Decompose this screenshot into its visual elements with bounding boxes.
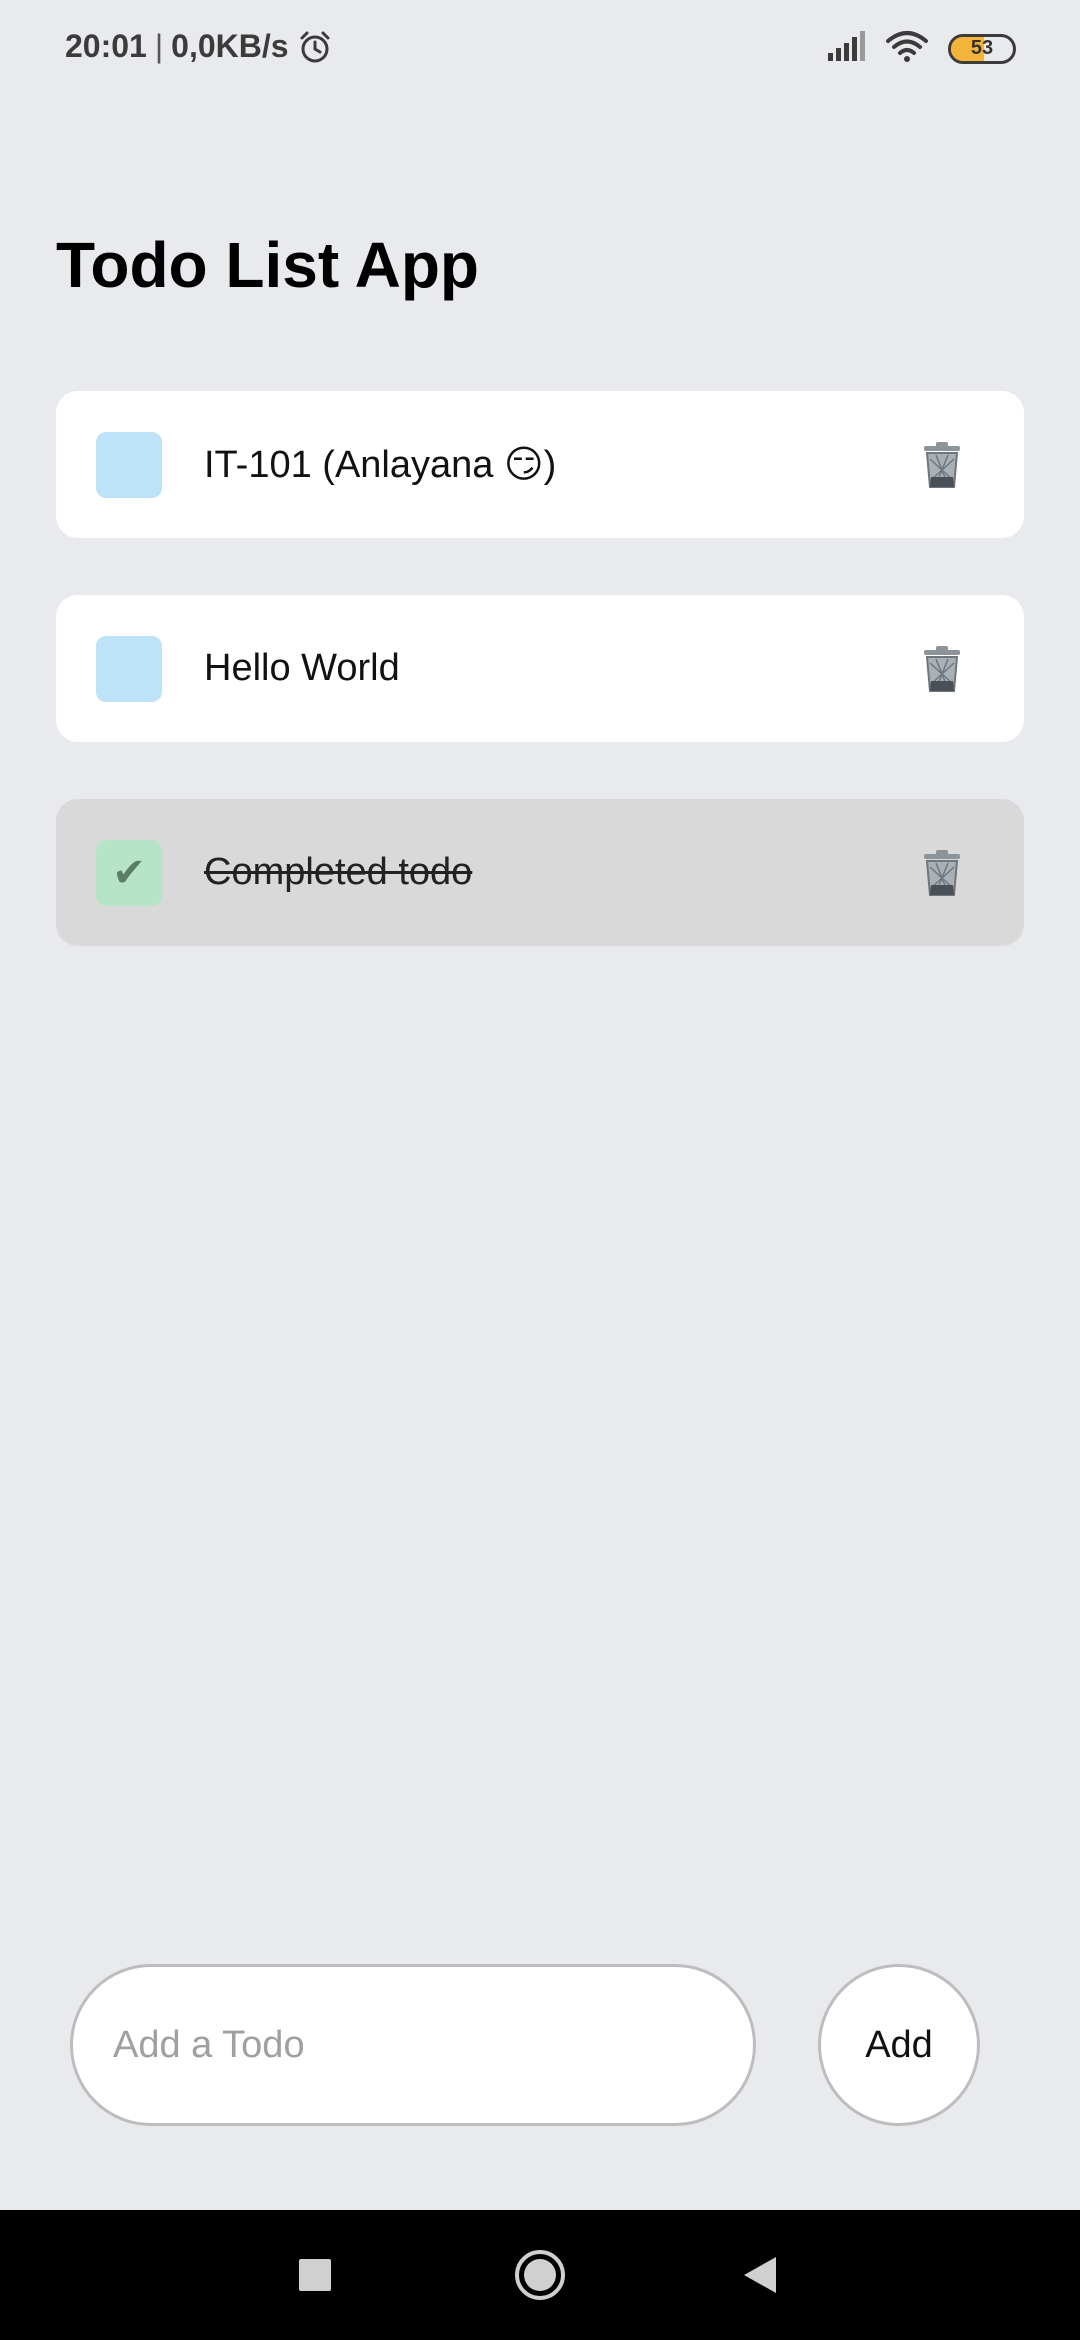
todo-item[interactable]: IT-101 (Anlayana 😏) bbox=[56, 391, 1024, 538]
back-triangle-icon[interactable] bbox=[700, 2210, 820, 2340]
trash-icon[interactable] bbox=[920, 848, 964, 898]
status-right: 53 bbox=[826, 30, 1016, 67]
todo-list: IT-101 (Anlayana 😏) Hello World ✔ Comple… bbox=[56, 391, 1024, 1003]
todo-checkbox[interactable] bbox=[96, 431, 162, 498]
page-title: Todo List App bbox=[56, 229, 479, 301]
todo-item-completed[interactable]: ✔ Completed todo bbox=[56, 799, 1024, 946]
todo-text: Hello World bbox=[204, 647, 400, 689]
battery-level: 53 bbox=[970, 37, 994, 59]
battery-icon: 53 bbox=[948, 33, 1016, 64]
check-mark-icon: ✔ bbox=[112, 849, 146, 896]
add-button[interactable]: Add bbox=[818, 1964, 980, 2126]
status-bar: 20:01 | 0,0KB/s 53 bbox=[0, 0, 1080, 100]
home-circle-icon[interactable] bbox=[480, 2210, 600, 2340]
alarm-icon bbox=[297, 29, 333, 65]
trash-icon[interactable] bbox=[920, 644, 964, 694]
status-time: 20:01 bbox=[65, 28, 147, 64]
system-nav-bar bbox=[0, 2210, 1080, 2340]
todo-text: Completed todo bbox=[204, 851, 473, 893]
wifi-icon bbox=[886, 30, 928, 67]
status-left: 20:01 | 0,0KB/s bbox=[65, 28, 333, 65]
todo-checkbox[interactable] bbox=[96, 635, 162, 702]
todo-text: IT-101 (Anlayana 😏) bbox=[204, 444, 557, 486]
status-separator: | bbox=[154, 28, 164, 64]
todo-checkbox-checked[interactable]: ✔ bbox=[96, 839, 162, 906]
todo-item[interactable]: Hello World bbox=[56, 595, 1024, 742]
trash-icon[interactable] bbox=[920, 440, 964, 490]
status-speed: 0,0KB/s bbox=[171, 28, 289, 64]
recents-square-icon[interactable] bbox=[255, 2210, 375, 2340]
signal-icon bbox=[826, 31, 866, 66]
add-todo-input[interactable] bbox=[70, 1964, 756, 2126]
